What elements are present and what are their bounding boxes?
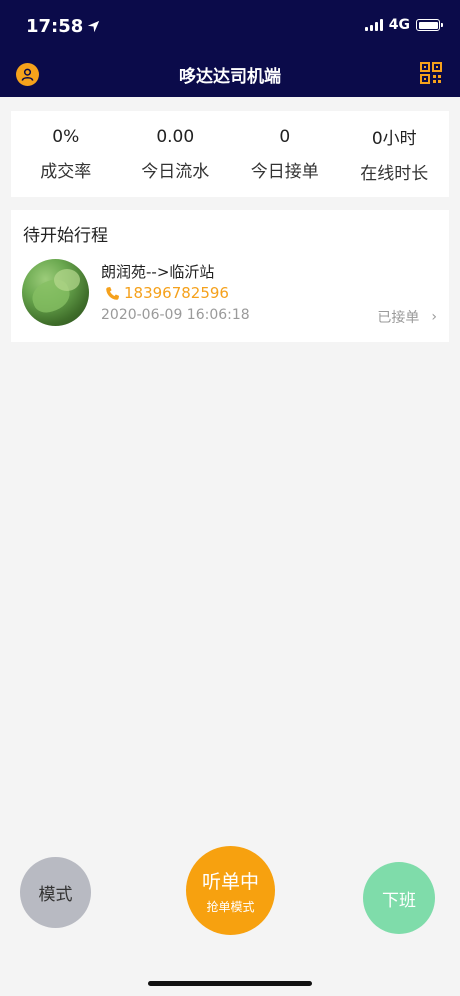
status-badge: 已接单 [377, 310, 420, 326]
home-indicator[interactable] [148, 981, 312, 986]
passenger-phone-link[interactable]: 18396782596 [105, 284, 229, 302]
trip-datetime: 2020-06-09 16:06:18 [101, 307, 250, 323]
chevron-right-icon: › [431, 309, 437, 325]
stat-label: 成交率 [40, 161, 92, 182]
stat-today-revenue: 0.00 今日流水 [121, 111, 231, 197]
stat-value: 0 [279, 126, 291, 147]
stat-label: 今日流水 [141, 161, 210, 182]
phone-number: 18396782596 [124, 284, 229, 302]
passenger-avatar [22, 259, 89, 326]
pending-trip-card[interactable]: 待开始行程 朗润苑-->临沂站 18396782596 2020-06-09 1… [11, 210, 449, 342]
listen-orders-button[interactable]: 听单中 抢单模式 [186, 846, 275, 935]
go-offline-button[interactable]: 下班 [363, 862, 435, 934]
stat-today-orders: 0 今日接单 [230, 111, 340, 197]
battery-icon [416, 19, 443, 31]
signal-icon [364, 19, 383, 31]
location-arrow-icon [88, 20, 100, 33]
app-header: 17:58 4G 哆达达司机端 [0, 0, 460, 97]
trip-status: 已接单 › [377, 307, 437, 327]
listen-mode-label: 抢单模式 [206, 899, 255, 914]
qr-code-button[interactable] [420, 62, 442, 84]
stat-label: 在线时长 [360, 164, 429, 184]
status-time-text: 17:58 [26, 16, 84, 37]
section-title: 待开始行程 [23, 226, 108, 246]
qr-code-icon [420, 62, 442, 84]
stat-success-rate: 0% 成交率 [11, 111, 121, 197]
phone-icon [106, 286, 120, 300]
status-indicators: 4G [364, 17, 443, 33]
stat-value: 0.00 [156, 126, 195, 147]
page-title: 哆达达司机端 [179, 67, 281, 87]
mode-button[interactable]: 模式 [20, 857, 91, 928]
listen-status-label: 听单中 [201, 870, 259, 893]
stat-value: 0% [52, 126, 80, 147]
stat-value: 0小时 [371, 129, 417, 149]
network-type: 4G [388, 17, 410, 33]
stat-label: 今日接单 [250, 161, 319, 182]
stats-panel: 0% 成交率 0.00 今日流水 0 今日接单 0小时 在线时长 [11, 111, 449, 197]
status-time: 17:58 [26, 16, 100, 37]
trip-route: 朗润苑-->临沂站 [101, 263, 215, 281]
stat-online-hours: 0小时 在线时长 [340, 111, 450, 197]
